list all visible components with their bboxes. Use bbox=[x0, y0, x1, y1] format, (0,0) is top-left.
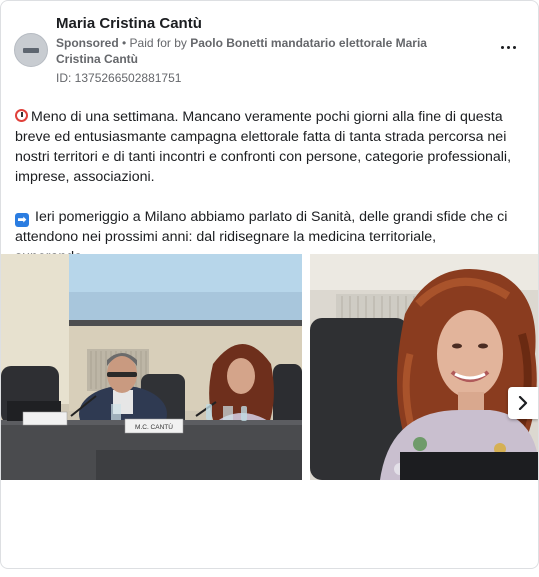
sponsored-label: Sponsored bbox=[56, 36, 119, 50]
media-carousel: M.C. CANTÙ bbox=[1, 254, 538, 480]
page-name[interactable]: Maria Cristina Cantù bbox=[56, 15, 202, 32]
dot-icon bbox=[500, 45, 504, 49]
sponsored-meta: Sponsored • Paid for by Paolo Bonetti ma… bbox=[56, 35, 461, 67]
carousel-image-2[interactable] bbox=[310, 254, 538, 480]
paragraph-1: Meno di una settimana. Mancano veramente… bbox=[15, 109, 512, 185]
ad-id: ID: 1375266502881751 bbox=[56, 71, 182, 85]
more-options-button[interactable] bbox=[497, 37, 519, 57]
dot-icon bbox=[506, 45, 510, 49]
alarm-clock-icon bbox=[15, 109, 28, 122]
page-avatar[interactable] bbox=[14, 33, 48, 67]
paid-for-prefix: • Paid for by bbox=[118, 36, 191, 50]
ad-card: Maria Cristina Cantù Sponsored • Paid fo… bbox=[0, 0, 539, 569]
chevron-right-icon bbox=[518, 396, 528, 410]
ad-body-text: Meno di una settimana. Mancano veramente… bbox=[15, 107, 520, 267]
dot-icon bbox=[512, 45, 516, 49]
carousel-next-button[interactable] bbox=[508, 387, 538, 419]
carousel-image-1[interactable]: M.C. CANTÙ bbox=[1, 254, 302, 480]
nameplate-label: M.C. CANTÙ bbox=[135, 422, 173, 431]
right-arrow-icon: ➡ bbox=[15, 213, 29, 227]
avatar-placeholder-icon bbox=[23, 47, 39, 53]
